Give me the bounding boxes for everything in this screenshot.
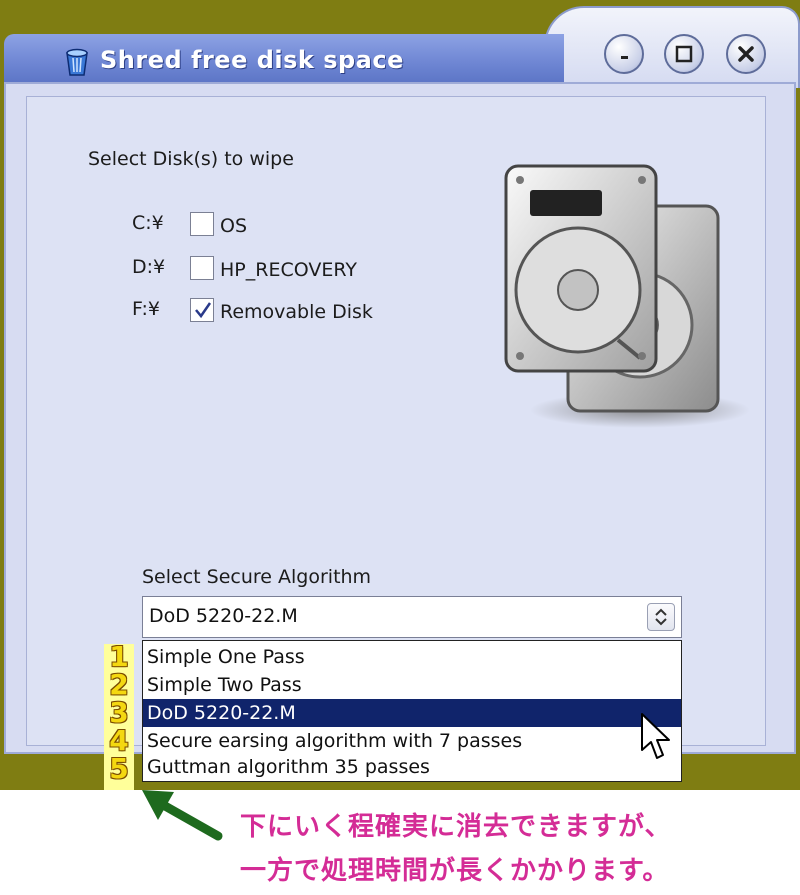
drive-letter-d: D:¥ [132,256,166,278]
checkbox-label-os[interactable]: OS [220,215,247,237]
window-title: Shred free disk space [100,46,404,74]
chevron-updown-icon [655,608,667,626]
algorithm-select-value: DoD 5220-22.M [149,605,298,627]
algorithm-heading: Select Secure Algorithm [142,566,372,588]
dropdown-option[interactable]: Simple One Pass [143,643,681,671]
drive-letter-f: F:¥ [132,298,160,320]
hard-drives-icon [504,164,750,428]
dropdown-option-selected[interactable]: DoD 5220-22.M [143,699,681,727]
algorithm-select[interactable]: DoD 5220-22.M [142,596,682,638]
close-button[interactable] [726,34,766,74]
drive-letter-c: C:¥ [132,212,164,234]
algorithm-dropdown-list: Simple One Pass Simple Two Pass DoD 5220… [142,640,682,782]
minimize-button[interactable] [604,34,644,74]
checkbox-removable-disk[interactable] [190,298,214,322]
dropdown-option[interactable]: Simple Two Pass [143,671,681,699]
annotation-line-1: 下にいく程確実に消去できますが、 [240,812,672,842]
algorithm-select-button[interactable] [647,603,675,631]
annotation-line-2: 一方で処理時間が長くかかります。 [240,856,670,886]
dropdown-option[interactable]: Guttman algorithm 35 passes [143,753,681,781]
recycle-bin-icon [66,48,88,76]
minimize-icon [621,56,628,59]
maximize-icon [675,45,693,63]
close-icon [738,46,754,62]
checkbox-label-removable-disk[interactable]: Removable Disk [220,301,373,323]
disks-heading: Select Disk(s) to wipe [88,148,294,170]
arrow-icon [142,790,223,841]
dropdown-option[interactable]: Secure earsing algorithm with 7 passes [143,727,681,755]
checkbox-os[interactable] [190,212,214,236]
checkbox-hp-recovery[interactable] [190,256,214,280]
checkbox-label-hp-recovery[interactable]: HP_RECOVERY [220,259,357,281]
maximize-button[interactable] [664,34,704,74]
checkmark-icon [195,302,212,319]
mouse-cursor-icon [641,713,670,759]
